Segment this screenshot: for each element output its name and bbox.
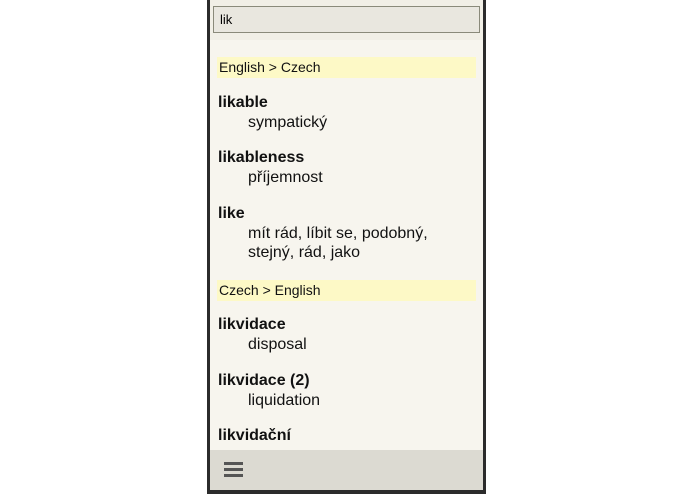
translation: sympatický: [248, 114, 328, 131]
list-item[interactable]: likvidační: [218, 426, 476, 446]
list-item[interactable]: likableness příjemnost: [218, 148, 476, 187]
headword: like: [218, 205, 245, 222]
list-item[interactable]: likvidace disposal: [218, 315, 476, 354]
headword: likableness: [218, 149, 305, 166]
translation: mít rád, líbit se, podobný,: [248, 225, 428, 242]
headword: likable: [218, 94, 268, 111]
translation: liquidation: [248, 392, 321, 409]
phone-frame: English > Czech likable sympatický likab…: [207, 0, 486, 494]
translation: stejný, rád, jako: [248, 244, 361, 261]
headword: likvidace (2): [218, 372, 310, 389]
translation: příjemnost: [248, 169, 323, 186]
headword: likvidační: [218, 427, 291, 444]
hamburger-menu-icon[interactable]: [224, 461, 244, 477]
headword: likvidace: [218, 316, 286, 333]
app-screen: English > Czech likable sympatický likab…: [210, 0, 483, 490]
translation: disposal: [248, 336, 307, 353]
list-item[interactable]: likable sympatický: [218, 93, 476, 132]
search-bar: [210, 0, 483, 40]
search-input[interactable]: [213, 6, 480, 33]
list-item[interactable]: likvidace (2) liquidation: [218, 371, 476, 410]
bottom-toolbar: [210, 450, 483, 490]
section-header-english-czech: English > Czech: [217, 57, 476, 78]
list-item[interactable]: like mít rád, líbit se, podobný, stejný,…: [218, 204, 476, 262]
results-list[interactable]: English > Czech likable sympatický likab…: [210, 40, 483, 450]
section-header-czech-english: Czech > English: [217, 280, 476, 301]
